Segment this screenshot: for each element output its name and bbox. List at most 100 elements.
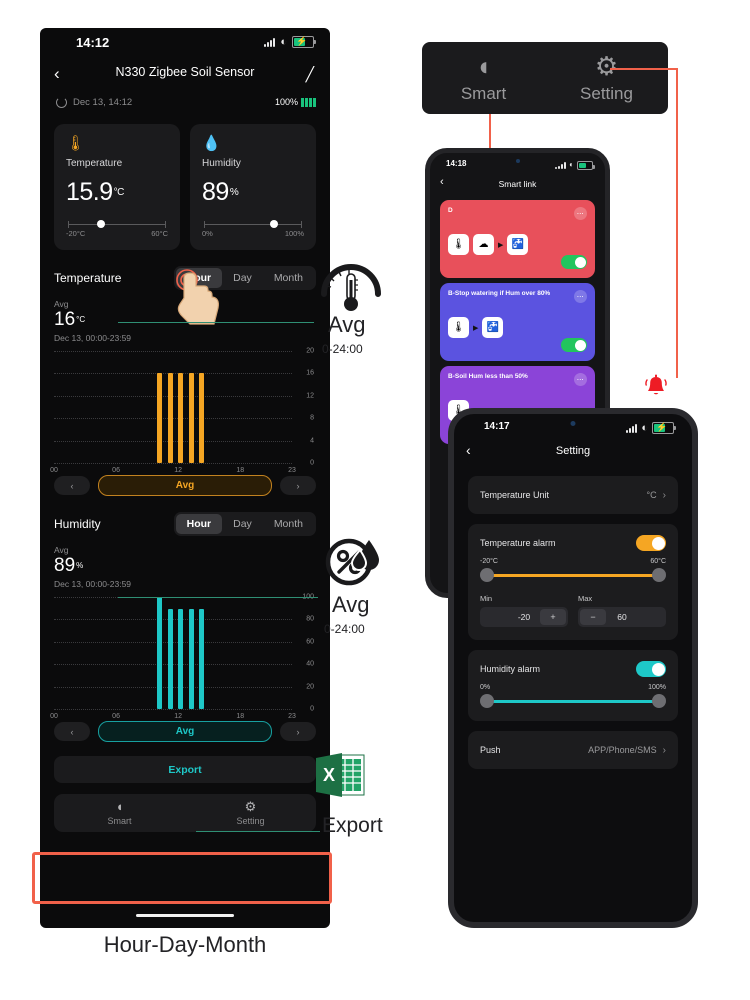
temperature-range-slider[interactable] <box>480 568 666 582</box>
wifi-icon: ◐ <box>280 36 287 48</box>
thermometer-icon: 🌡 <box>66 135 86 152</box>
temperature-range-slider[interactable]: -20°C 60°C <box>66 220 168 238</box>
bottom-tab-bar: ◖ Smart ⚙ Setting <box>54 794 316 832</box>
status-bar: 14:12 ◐ ⚡ <box>40 28 330 58</box>
humidity-prev-button[interactable]: ‹ <box>54 722 90 741</box>
temperature-avg-callout-title: Avg <box>328 312 366 337</box>
temperature-avg-unit: °C <box>76 315 86 324</box>
callout-item-setting[interactable]: ⚙ Setting <box>545 42 668 114</box>
scene-more-icon[interactable]: ⋯ <box>574 373 587 386</box>
gear-icon: ⚙ <box>244 799 257 814</box>
edit-pencil-icon[interactable]: ╱ <box>306 66 314 83</box>
slider-knob-min[interactable] <box>480 568 494 582</box>
temperature-min-decrease-button[interactable] <box>482 609 508 625</box>
smart-setting-callout: ◖ Smart ⚙ Setting <box>422 42 668 114</box>
cellular-signal-icon <box>264 37 276 47</box>
temperature-range-min: -20°C <box>66 229 86 238</box>
humidity-next-button[interactable]: › <box>280 722 316 741</box>
humidity-avg-value: 89% <box>54 555 84 576</box>
temperature-max-increase-button[interactable] <box>638 609 664 625</box>
temperature-range-labels: -20°C 60°C <box>480 558 666 565</box>
tab-humidity-month[interactable]: Month <box>263 514 314 534</box>
temperature-max-decrease-button[interactable]: − <box>580 609 606 625</box>
humidity-avg-pill[interactable]: Avg <box>98 721 272 742</box>
temperature-card-unit: °C <box>113 187 125 198</box>
temperature-min-increase-button[interactable]: + <box>539 609 566 625</box>
refresh-icon[interactable] <box>56 97 67 108</box>
slider-track <box>487 573 659 577</box>
temperature-min-box[interactable]: -20 + <box>480 607 568 627</box>
tab-smart[interactable]: ◖ Smart <box>54 794 185 832</box>
tab-setting[interactable]: ⚙ Setting <box>185 794 316 832</box>
chart-y-tick-label: 0 <box>310 705 314 713</box>
humidity-range-slider[interactable] <box>480 694 666 708</box>
scene-name: D <box>448 207 453 214</box>
scene-card[interactable]: B-Stop watering if Hum over 80% ⋯ 🌡 ▶ 🚰 <box>440 283 595 361</box>
temperature-alarm-toggle[interactable] <box>636 535 666 551</box>
temperature-avg-callout-sub: 0-24:00 <box>322 342 363 356</box>
alarm-bell-icon <box>645 374 667 395</box>
tab-humidity-day[interactable]: Day <box>222 514 263 534</box>
scene-toggle[interactable] <box>561 255 587 269</box>
temperature-min-caption: Min <box>480 594 493 603</box>
status-bar: 14:17 ◐ ⚡ <box>454 414 692 440</box>
thermometer-icon: 🌡 <box>448 317 469 338</box>
scene-more-icon[interactable]: ⋯ <box>574 207 587 220</box>
callout-item-smart[interactable]: ◖ Smart <box>422 42 545 114</box>
humidity-cloud-icon: ☁ <box>473 234 494 255</box>
humidity-avg-leader-line <box>118 597 318 598</box>
tab-humidity-hour[interactable]: Hour <box>175 514 223 534</box>
device-battery: 100% <box>275 97 316 107</box>
cellular-signal-icon <box>626 423 638 433</box>
chart-y-tick-label: 0 <box>310 459 314 467</box>
humidity-avg-unit: % <box>76 561 84 570</box>
humidity-avg-label: Avg <box>54 545 69 555</box>
humidity-period-tabs[interactable]: Hour Day Month <box>173 512 316 536</box>
slider-knob[interactable] <box>96 220 105 228</box>
temperature-unit-label: Temperature Unit <box>480 490 550 500</box>
humidity-range-slider[interactable]: 0% 100% <box>202 220 304 238</box>
chevron-right-icon: ▶ <box>473 324 479 332</box>
humidity-card[interactable]: 💧 Humidity 89% 0% 100% <box>190 124 316 250</box>
slider-knob-max[interactable] <box>652 568 666 582</box>
tap-finger-cursor <box>176 269 219 325</box>
push-row[interactable]: Push APP/Phone/SMS › <box>468 731 678 769</box>
scene-toggle[interactable] <box>561 338 587 352</box>
chart-x-tick-label: 06 <box>112 467 120 474</box>
humidity-chart-controls: ‹ Avg › <box>40 709 330 742</box>
temperature-card-label: Temperature <box>66 158 123 169</box>
humidity-avg-callout-title: Avg <box>332 592 370 617</box>
battery-percent: 100% <box>274 97 298 107</box>
chart-x-tick-label: 18 <box>236 713 245 720</box>
callout-smart-label: Smart <box>460 83 507 103</box>
chart-x-tick-label: 00 <box>50 467 58 474</box>
humidity-alarm-toggle[interactable] <box>636 661 666 677</box>
export-button[interactable]: Export <box>54 756 316 783</box>
battery-charging-icon: ⚡ <box>292 36 316 48</box>
scene-more-icon[interactable]: ⋯ <box>574 290 587 303</box>
sync-row: Dec 13, 14:12 100% <box>40 92 330 118</box>
chart-bar <box>178 609 184 709</box>
page-title: Setting <box>555 445 591 457</box>
export-leader-line <box>196 831 320 832</box>
smart-scene-icon: ◖ <box>475 50 492 81</box>
temperature-avg-pill[interactable]: Avg <box>98 475 272 496</box>
temperature-max-box[interactable]: − 60 <box>578 607 666 627</box>
battery-charging-icon: ⚡ <box>652 422 676 434</box>
scene-card[interactable]: D ⋯ 🌡 ☁ ▶ 🚰 <box>440 200 595 278</box>
svg-text:X: X <box>323 765 335 785</box>
temperature-card[interactable]: 🌡 Temperature 15.9°C -20°C 60°C <box>54 124 180 250</box>
slider-knob-max[interactable] <box>652 694 666 708</box>
temperature-avg-range: Dec 13, 00:00-23:59 <box>54 333 132 343</box>
setting-connector-line-v <box>676 68 678 378</box>
temperature-prev-button[interactable]: ‹ <box>54 476 90 495</box>
chart-bar <box>188 609 194 709</box>
tab-temperature-month[interactable]: Month <box>263 268 314 288</box>
thermometer-gauge-icon <box>321 264 381 311</box>
temperature-next-button[interactable]: › <box>280 476 316 495</box>
chart-y-tick-label: 60 <box>306 638 314 646</box>
slider-knob-min[interactable] <box>480 694 494 708</box>
temperature-unit-row[interactable]: Temperature Unit °C › <box>468 476 678 514</box>
nav-bar: ‹ Setting <box>454 440 692 466</box>
slider-knob[interactable] <box>270 220 279 228</box>
